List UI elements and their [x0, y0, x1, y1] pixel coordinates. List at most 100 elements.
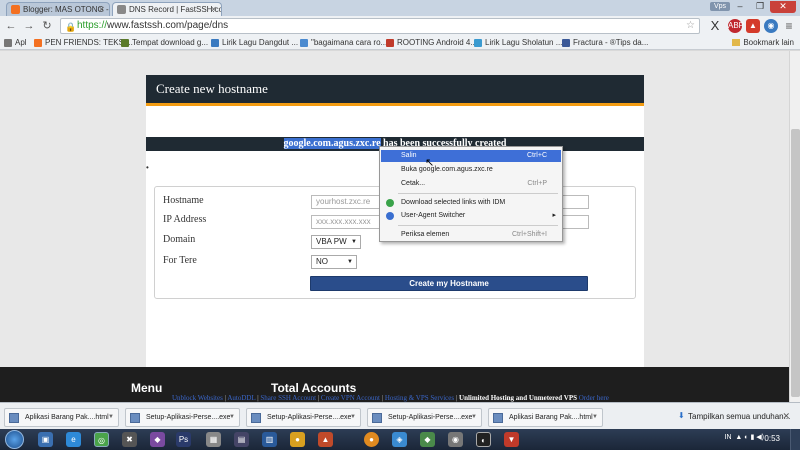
blogger-icon — [34, 39, 42, 47]
download-arrow-icon: ⬇ — [678, 411, 685, 420]
scrollbar-thumb[interactable] — [791, 129, 800, 397]
menu-icon[interactable]: ≡ — [782, 19, 796, 33]
footer-link[interactable]: Hosting & VPS Services — [385, 394, 454, 402]
app-icon[interactable]: ◉ — [448, 432, 463, 447]
app-icon[interactable]: ● — [290, 432, 305, 447]
explorer-icon[interactable]: ▣ — [38, 432, 53, 447]
bookmark-item[interactable]: Tempat download g... — [121, 36, 208, 49]
footer-accounts-heading: Total Accounts — [271, 381, 357, 395]
download-item[interactable]: Aplikasi Barang Pak....html ▼ — [488, 408, 603, 427]
site-footer: Menu Total Accounts Unblock Websites | A… — [0, 367, 789, 402]
tab-dns-record[interactable]: DNS Record | FastSSH.com ✕ — [112, 2, 222, 16]
forward-icon[interactable]: → — [22, 19, 36, 33]
file-icon — [130, 413, 140, 423]
clock[interactable]: 0:53 — [764, 434, 780, 443]
windows-taskbar: ▣ e ◎ ✖ ◆ Ps ▦ ▤ ▥ ● ▲ ● ◈ ◆ ◉ ◐ ▼ IN ▲ … — [0, 429, 800, 450]
bookmark-item[interactable]: Lirik Lagu Sholatun ... — [474, 36, 562, 49]
domain-select[interactable]: VBA PW ▼ — [311, 235, 361, 249]
app-icon[interactable]: ◐ — [476, 432, 491, 447]
x-extension-icon[interactable]: X — [708, 19, 722, 33]
submenu-arrow-icon: ▸ — [552, 212, 556, 219]
close-icon[interactable]: ✕ — [210, 3, 217, 16]
chevron-down-icon[interactable]: ▼ — [592, 409, 598, 426]
context-inspect[interactable]: Periksa elemen Ctrl+Shift+I — [381, 229, 561, 241]
bookmark-item[interactable]: ROOTING Android 4... — [386, 36, 477, 49]
extension-icon[interactable]: ▲ — [746, 19, 760, 33]
app-icon[interactable]: ▥ — [262, 432, 277, 447]
page-scrollbar[interactable] — [789, 51, 800, 402]
language-indicator[interactable]: IN — [725, 434, 732, 441]
bookmark-star-icon[interactable]: ☆ — [686, 19, 695, 33]
chevron-down-icon[interactable]: ▼ — [471, 409, 477, 426]
blogger-icon — [11, 5, 20, 14]
system-tray[interactable]: IN ▲ ◐ ▮ ◀) — [725, 433, 764, 441]
show-desktop-button[interactable] — [790, 429, 800, 450]
profile-badge[interactable]: Vps — [709, 2, 730, 11]
app-icon[interactable]: ◈ — [392, 432, 407, 447]
footer-link[interactable]: Unblock Websites — [172, 394, 223, 402]
bookmark-item[interactable]: Lirik Lagu Dangdut ... — [211, 36, 298, 49]
page-icon — [117, 5, 126, 14]
app-icon[interactable]: ▼ — [504, 432, 519, 447]
app-icon[interactable]: ▦ — [206, 432, 221, 447]
url-path: www.fastssh.com/page/dns — [107, 20, 229, 31]
chevron-down-icon[interactable]: ▼ — [350, 409, 356, 426]
app-icon[interactable]: ▲ — [318, 432, 333, 447]
footer-link[interactable]: Create VPN Account — [321, 394, 380, 402]
ie-icon[interactable]: e — [66, 432, 81, 447]
tab-title: Blogger: MAS OTONG - B — [23, 5, 110, 14]
create-hostname-button[interactable]: Create my Hostname — [310, 276, 588, 291]
footer-link[interactable]: Share SSH Account — [260, 394, 316, 402]
back-icon[interactable]: ← — [4, 19, 18, 33]
context-copy[interactable]: Salin Ctrl+C — [381, 150, 561, 162]
download-item[interactable]: Setup-Aplikasi-Perse....exe ▼ — [246, 408, 361, 427]
window-controls: – ❐ ✕ — [730, 1, 796, 13]
bookmark-item[interactable]: Fractura - ®Tips da... — [562, 36, 648, 49]
context-print[interactable]: Cetak... Ctrl+P — [381, 178, 561, 190]
start-button[interactable] — [5, 430, 24, 449]
adblock-icon[interactable]: ABP — [728, 19, 744, 33]
app-icon[interactable]: ● — [364, 432, 379, 447]
app-icon[interactable]: ▤ — [234, 432, 249, 447]
bookmark-label: ROOTING Android 4... — [397, 38, 478, 47]
apps-icon — [4, 39, 12, 47]
footer-link[interactable]: AutoDDL — [227, 394, 255, 402]
bookmark-label: Bookmark lain — [743, 38, 794, 47]
reload-icon[interactable]: ↻ — [40, 19, 54, 33]
context-idm-download[interactable]: Download selected links with IDM — [381, 197, 561, 209]
for-tere-select[interactable]: NO ▼ — [311, 255, 357, 269]
show-all-label: Tampilkan semua unduhan... — [688, 412, 791, 421]
address-bar[interactable]: 🔒 https://www.fastssh.com/page/dns ☆ — [60, 18, 700, 34]
photoshop-icon[interactable]: Ps — [176, 432, 191, 447]
chrome-icon[interactable]: ◎ — [94, 432, 109, 447]
app-icon[interactable]: ✖ — [122, 432, 137, 447]
close-icon[interactable]: ✕ — [98, 3, 105, 16]
context-open-link[interactable]: Buka google.com.agus.zxc.re — [381, 164, 561, 176]
selected-hostname[interactable]: google.com.agus.zxc.re — [283, 138, 381, 149]
globe-icon[interactable]: ◉ — [764, 19, 778, 33]
show-all-downloads[interactable]: ⬇ Tampilkan semua unduhan... — [678, 411, 791, 421]
app-icon[interactable]: ◆ — [150, 432, 165, 447]
window-close-icon[interactable]: ✕ — [770, 1, 796, 13]
chevron-down-icon[interactable]: ▼ — [108, 409, 114, 426]
download-item[interactable]: Aplikasi Barang Pak....html ▼ — [4, 408, 119, 427]
maximize-icon[interactable]: ❐ — [750, 1, 770, 13]
tab-blogger[interactable]: Blogger: MAS OTONG - B ✕ — [6, 2, 110, 16]
menu-shortcut: Ctrl+P — [527, 180, 547, 187]
bookmark-label: Tempat download g... — [132, 38, 209, 47]
download-item[interactable]: Setup-Aplikasi-Perse....exe ▼ — [125, 408, 240, 427]
close-icon[interactable]: ✕ — [782, 411, 790, 422]
url-scheme: https:// — [77, 20, 108, 31]
context-user-agent[interactable]: User-Agent Switcher ▸ — [381, 210, 561, 222]
app-icon[interactable]: ◆ — [420, 432, 435, 447]
dropdown-arrow-icon: ▼ — [347, 259, 353, 265]
download-item[interactable]: Setup-Aplikasi-Perse....exe ▼ — [367, 408, 482, 427]
order-link[interactable]: Order here — [579, 394, 609, 402]
bookmark-other[interactable]: Bookmark lain — [732, 36, 794, 49]
minimize-icon[interactable]: – — [730, 1, 750, 13]
bookmark-item[interactable]: PEN FRIENDS: TEKS ... — [34, 36, 133, 49]
bookmark-apps[interactable]: Apl — [4, 36, 27, 49]
bookmark-item[interactable]: "bagaimana cara ro... — [300, 36, 387, 49]
ip-address-label: IP Address — [163, 214, 207, 225]
chevron-down-icon[interactable]: ▼ — [229, 409, 235, 426]
